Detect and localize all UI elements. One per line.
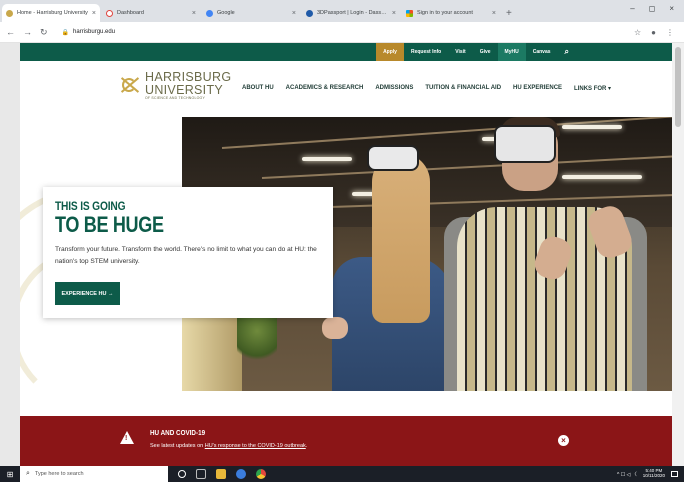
lock-icon: 🔒 <box>61 29 70 36</box>
tab-close-icon[interactable]: × <box>292 10 296 17</box>
task-view-icon[interactable] <box>196 469 206 479</box>
warning-mark: ! <box>125 435 128 442</box>
page-scrollbar[interactable] <box>672 43 684 466</box>
start-button-icon[interactable]: ⊞ <box>0 466 20 482</box>
university-logo[interactable]: HARRISBURG UNIVERSITY OF SCIENCE AND TEC… <box>117 71 231 101</box>
browser-tab-signin[interactable]: Sign in to your account × <box>402 4 500 22</box>
system-clock[interactable]: 5:40 PM 10/11/2020 <box>642 468 665 479</box>
browser-tab-dashboard[interactable]: Dashboard × <box>102 4 200 22</box>
tab-title: 3DPassport | Login - Dassault Sy <box>317 10 389 16</box>
dashboard-favicon-icon <box>106 9 113 17</box>
minimize-icon[interactable]: – <box>630 4 634 13</box>
browser-tab-google[interactable]: Google × <box>202 4 300 22</box>
hero-body: Transform your future. Transform the wor… <box>55 246 317 265</box>
utility-apply-link[interactable]: Apply <box>376 43 404 61</box>
account-icon[interactable]: ● <box>651 28 656 37</box>
taskbar-apps <box>178 469 266 479</box>
back-arrow-icon[interactable]: ← <box>6 27 15 37</box>
utility-myhu-link[interactable]: MyHU <box>497 43 526 61</box>
nav-links-for[interactable]: LINKS FOR ▾ <box>574 85 611 92</box>
microsoft-favicon-icon <box>406 9 413 17</box>
site-search-icon[interactable]: ⌕ <box>558 43 576 61</box>
alert-close-icon[interactable]: × <box>558 435 569 446</box>
utility-canvas-link[interactable]: Canvas <box>526 43 558 61</box>
window-controls: – ◻ × <box>630 4 684 13</box>
screen: Home - Harrisburg University × Dashboard… <box>0 0 684 482</box>
file-explorer-icon[interactable] <box>216 469 226 479</box>
hero-headline: TO BE HUGE <box>55 212 164 237</box>
address-bar-actions: ☆ ● ⋮ <box>634 28 678 37</box>
hero-card: THIS IS GOING TO BE HUGE Transform your … <box>43 187 333 318</box>
logo-mark-icon <box>117 74 141 98</box>
tab-title: Sign in to your account <box>417 10 473 16</box>
nav-academics-research[interactable]: ACADEMICS & RESEARCH <box>286 85 364 92</box>
logo-wordmark: HARRISBURG UNIVERSITY OF SCIENCE AND TEC… <box>145 71 231 101</box>
browser-tab-harrisburg[interactable]: Home - Harrisburg University × <box>2 4 100 22</box>
nav-about-hu[interactable]: ABOUT HU <box>242 85 274 92</box>
tab-close-icon[interactable]: × <box>492 10 496 17</box>
logo-line-2: UNIVERSITY <box>145 82 224 97</box>
url-text: harrisburgu.edu <box>73 29 116 35</box>
address-bar: ← → ↻ 🔒 harrisburgu.edu ☆ ● ⋮ <box>0 22 684 43</box>
tab-title: Dashboard <box>117 10 144 16</box>
browser-menu-icon[interactable]: ⋮ <box>666 28 674 37</box>
tab-close-icon[interactable]: × <box>192 10 196 17</box>
alert-text: See latest updates on HU's response to t… <box>150 443 308 449</box>
page-viewport: Apply Request Info Visit Give MyHU Canva… <box>0 43 684 466</box>
alert-title: HU AND COVID-19 <box>150 430 206 437</box>
logo-line-1: HARRISBURG <box>145 70 232 84</box>
covid-alert-banner: ! HU AND COVID-19 See latest updates on … <box>20 416 672 466</box>
maximize-icon[interactable]: ◻ <box>649 4 656 13</box>
utility-request-info-link[interactable]: Request Info <box>404 43 448 61</box>
site-header: HARRISBURG UNIVERSITY OF SCIENCE AND TEC… <box>20 61 672 117</box>
tab-close-icon[interactable]: × <box>392 10 396 17</box>
bookmark-star-icon[interactable]: ☆ <box>634 28 641 37</box>
reload-icon[interactable]: ↻ <box>40 27 48 38</box>
forward-arrow-icon[interactable]: → <box>23 27 32 37</box>
nav-tuition-financial-aid[interactable]: TUITION & FINANCIAL AID <box>425 85 501 92</box>
browser-tab-3dpassport[interactable]: 3DPassport | Login - Dassault Sy × <box>302 4 400 22</box>
harrisburg-favicon-icon <box>6 9 13 17</box>
tab-title: Google <box>217 10 235 16</box>
taskbar-search-icon: ⌕ <box>26 470 30 477</box>
website: Apply Request Info Visit Give MyHU Canva… <box>20 43 672 466</box>
utility-visit-link[interactable]: Visit <box>448 43 472 61</box>
edge-icon[interactable] <box>236 469 246 479</box>
nav-admissions[interactable]: ADMISSIONS <box>375 85 413 92</box>
google-favicon-icon <box>206 9 213 17</box>
hero-section: THIS IS GOING TO BE HUGE Transform your … <box>20 117 672 416</box>
tray-icons[interactable]: ^ ☐ ◁ 〈 <box>617 471 637 478</box>
chrome-icon[interactable] <box>256 469 266 479</box>
tab-title: Home - Harrisburg University <box>17 10 88 16</box>
nav-hu-experience[interactable]: HU EXPERIENCE <box>513 85 562 92</box>
main-nav: ABOUT HU ACADEMICS & RESEARCH ADMISSIONS… <box>242 85 611 92</box>
browser-tab-strip: Home - Harrisburg University × Dashboard… <box>0 0 684 22</box>
utility-give-link[interactable]: Give <box>473 43 498 61</box>
covid-response-link[interactable]: HU's response to the COVID-19 outbreak <box>205 443 306 449</box>
logo-line-3: OF SCIENCE AND TECHNOLOGY <box>145 96 205 100</box>
utility-nav: Apply Request Info Visit Give MyHU Canva… <box>20 43 672 61</box>
system-tray: ^ ☐ ◁ 〈 5:40 PM 10/11/2020 <box>617 466 678 482</box>
new-tab-button[interactable]: + <box>506 8 512 19</box>
windows-taskbar: ⊞ ⌕ Type here to search ^ ☐ ◁ 〈 5:40 PM … <box>0 466 684 482</box>
hero-kicker: THIS IS GOING <box>55 199 126 213</box>
taskbar-search-placeholder: Type here to search <box>34 471 84 477</box>
experience-hu-button[interactable]: EXPERIENCE HU → <box>55 282 120 305</box>
cortana-icon[interactable] <box>178 470 186 478</box>
url-field[interactable]: 🔒 harrisburgu.edu <box>56 25 634 40</box>
clock-date: 10/11/2020 <box>642 473 665 478</box>
3dpassport-favicon-icon <box>306 9 313 17</box>
notifications-icon[interactable] <box>671 471 678 477</box>
close-window-icon[interactable]: × <box>669 4 674 13</box>
taskbar-search-field[interactable]: ⌕ Type here to search <box>20 466 168 482</box>
tab-close-icon[interactable]: × <box>92 10 96 17</box>
